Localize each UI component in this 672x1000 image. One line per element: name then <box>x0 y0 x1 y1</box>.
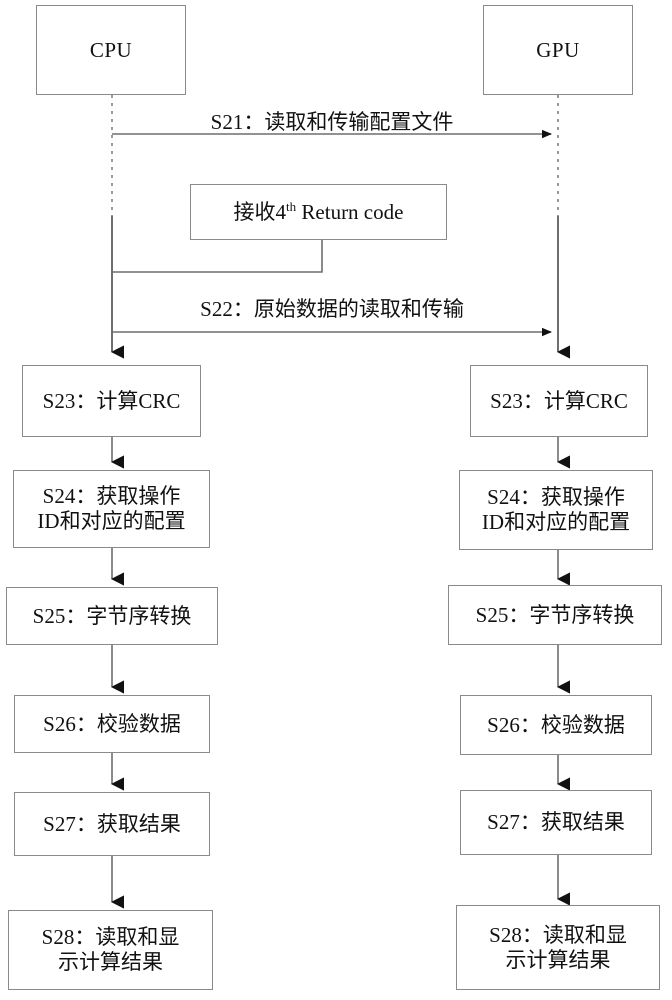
cpu-step-box-s25[interactable]: S25：字节序转换 <box>6 587 218 645</box>
s21-message-label: S21：读取和传输配置文件 <box>112 106 552 136</box>
cpu-step-label-s24: S24：获取操作 ID和对应的配置 <box>37 484 186 533</box>
actor-label-cpu: CPU <box>89 37 133 62</box>
actor-label-gpu: GPU <box>536 37 580 62</box>
cpu-step-label-s25: S25：字节序转换 <box>32 603 192 628</box>
s22-message-label: S22：原始数据的读取和传输 <box>112 293 552 323</box>
gpu-step-box-s27[interactable]: S27：获取结果 <box>460 790 652 855</box>
gpu-step-label-s28: S28：读取和显 示计算结果 <box>489 922 627 972</box>
gpu-step-box-s23[interactable]: S23：计算CRC <box>470 365 648 437</box>
gpu-step-box-s24[interactable]: S24：获取操作 ID和对应的配置 <box>459 470 653 550</box>
cpu-step-box-s26[interactable]: S26：校验数据 <box>14 695 210 753</box>
note-label-return-code: 接收4th Return code <box>234 200 404 225</box>
cpu-step-box-s23[interactable]: S23：计算CRC <box>22 365 201 437</box>
note-superscript: th <box>286 198 297 214</box>
cpu-step-box-s24[interactable]: S24：获取操作 ID和对应的配置 <box>13 470 210 548</box>
cpu-step-label-s23: S23：计算CRC <box>42 388 181 413</box>
gpu-step-label-s27: S27：获取结果 <box>487 810 625 835</box>
gpu-step-label-s25: S25：字节序转换 <box>475 602 635 627</box>
gpu-step-box-s26[interactable]: S26：校验数据 <box>460 695 652 755</box>
s21-message-text: S21：读取和传输配置文件 <box>210 110 454 134</box>
gpu-step-box-s28[interactable]: S28：读取和显 示计算结果 <box>456 905 660 990</box>
gpu-step-label-s24: S24：获取操作 ID和对应的配置 <box>481 485 631 534</box>
gpu-step-label-s26: S26：校验数据 <box>487 712 625 737</box>
cpu-step-box-s27[interactable]: S27：获取结果 <box>14 792 210 856</box>
cpu-step-label-s28: S28：读取和显 示计算结果 <box>41 925 180 974</box>
cpu-step-label-s27: S27：获取结果 <box>43 811 181 836</box>
gpu-step-box-s25[interactable]: S25：字节序转换 <box>448 585 662 645</box>
note-prefix: 接收4 <box>233 199 287 224</box>
actor-box-cpu[interactable]: CPU <box>36 5 186 95</box>
gpu-step-label-s23: S23：计算CRC <box>490 388 628 413</box>
note-box-return-code[interactable]: 接收4th Return code <box>190 184 447 240</box>
cpu-step-box-s28[interactable]: S28：读取和显 示计算结果 <box>8 910 213 990</box>
note-suffix: Return code <box>296 199 404 224</box>
actor-box-gpu[interactable]: GPU <box>483 5 633 95</box>
cpu-step-label-s26: S26：校验数据 <box>43 711 181 736</box>
note-connector <box>112 240 323 273</box>
diagram-canvas: CPU GPU S21：读取和传输配置文件 接收4th Return code … <box>0 0 672 1000</box>
s22-message-text: S22：原始数据的读取和传输 <box>200 297 464 321</box>
